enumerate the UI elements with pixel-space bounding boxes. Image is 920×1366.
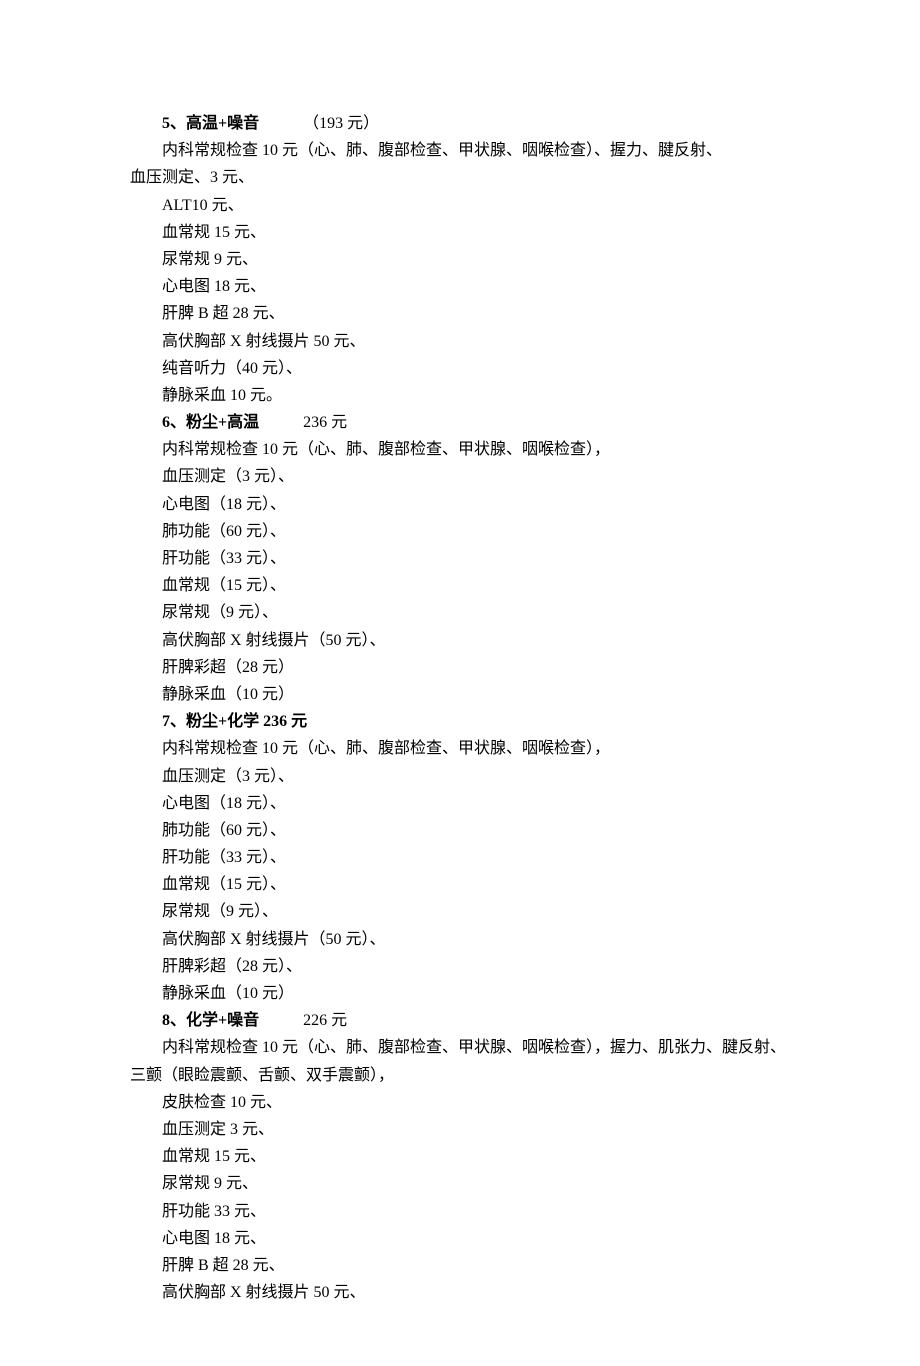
section-8-line-5: 心电图 18 元、 [130, 1225, 820, 1252]
section-7-line-9: 静脉采血（10 元） [130, 980, 820, 1007]
section-8-line-4: 肝功能 33 元、 [130, 1198, 820, 1225]
section-7-line-0: 内科常规检查 10 元（心、肺、腹部检查、甲状腺、咽喉检查）， [130, 735, 820, 762]
section-6-line-9: 静脉采血（10 元） [130, 681, 820, 708]
section-8-line-intro-2: 三颤（眼睑震颤、舌颤、双手震颤）， [130, 1062, 820, 1089]
section-5-line-9: 静脉采血 10 元。 [130, 382, 820, 409]
section-7-line-8: 肝脾彩超（28 元）、 [130, 953, 820, 980]
section-8-number: 8、化学+噪音 [162, 1012, 259, 1029]
section-6-line-0: 内科常规检查 10 元（心、肺、腹部检查、甲状腺、咽喉检查）， [130, 436, 820, 463]
section-5-line-8: 纯音听力（40 元）、 [130, 355, 820, 382]
section-6-line-7: 高伏胸部 X 射线摄片（50 元）、 [130, 627, 820, 654]
section-8-line-7: 高伏胸部 X 射线摄片 50 元、 [130, 1279, 820, 1306]
section-8-line-intro-1: 内科常规检查 10 元（心、肺、腹部检查、甲状腺、咽喉检查），握力、肌张力、腱反… [130, 1034, 820, 1061]
section-5-line-2: ALT10 元、 [130, 192, 820, 219]
section-7-line-4: 肝功能（33 元）、 [130, 844, 820, 871]
section-5-line-4: 尿常规 9 元、 [130, 246, 820, 273]
section-7-header: 7、粉尘+化学 236 元 [130, 708, 820, 735]
section-7-line-2: 心电图（18 元）、 [130, 790, 820, 817]
section-6-line-2: 心电图（18 元）、 [130, 491, 820, 518]
section-5-line-1: 血压测定、3 元、 [130, 164, 820, 191]
section-7-number: 7、粉尘+化学 236 元 [162, 713, 307, 730]
section-7-line-7: 高伏胸部 X 射线摄片（50 元）、 [130, 926, 820, 953]
section-5-line-7: 高伏胸部 X 射线摄片 50 元、 [130, 328, 820, 355]
section-7-line-5: 血常规（15 元）、 [130, 871, 820, 898]
section-8-header: 8、化学+噪音 226 元 [130, 1007, 820, 1034]
section-7-line-3: 肺功能（60 元）、 [130, 817, 820, 844]
section-7-line-1: 血压测定（3 元）、 [130, 763, 820, 790]
section-6-header: 6、粉尘+高温 236 元 [130, 409, 820, 436]
section-6-line-8: 肝脾彩超（28 元） [130, 654, 820, 681]
section-8-line-6: 肝脾 B 超 28 元、 [130, 1252, 820, 1279]
section-8-line-0: 皮肤检查 10 元、 [130, 1089, 820, 1116]
section-8-line-3: 尿常规 9 元、 [130, 1170, 820, 1197]
section-8-price: 226 元 [303, 1012, 347, 1029]
section-8-line-1: 血压测定 3 元、 [130, 1116, 820, 1143]
section-6-line-6: 尿常规（9 元）、 [130, 599, 820, 626]
section-6-line-4: 肝功能（33 元）、 [130, 545, 820, 572]
section-5-line-0: 内科常规检查 10 元（心、肺、腹部检查、甲状腺、咽喉检查）、握力、腱反射、 [130, 137, 820, 164]
section-5-line-3: 血常规 15 元、 [130, 219, 820, 246]
section-5-header: 5、高温+噪音 （193 元） [130, 110, 820, 137]
section-5-line-5: 心电图 18 元、 [130, 273, 820, 300]
section-5-number: 5、高温+噪音 [162, 115, 259, 132]
section-5-line-6: 肝脾 B 超 28 元、 [130, 300, 820, 327]
section-8-line-2: 血常规 15 元、 [130, 1143, 820, 1170]
section-6-price: 236 元 [303, 414, 347, 431]
section-6-number: 6、粉尘+高温 [162, 414, 259, 431]
section-7-line-6: 尿常规（9 元）、 [130, 898, 820, 925]
section-6-line-5: 血常规（15 元）、 [130, 572, 820, 599]
section-5-price: （193 元） [303, 115, 379, 132]
section-6-line-3: 肺功能（60 元）、 [130, 518, 820, 545]
section-6-line-1: 血压测定（3 元）、 [130, 463, 820, 490]
